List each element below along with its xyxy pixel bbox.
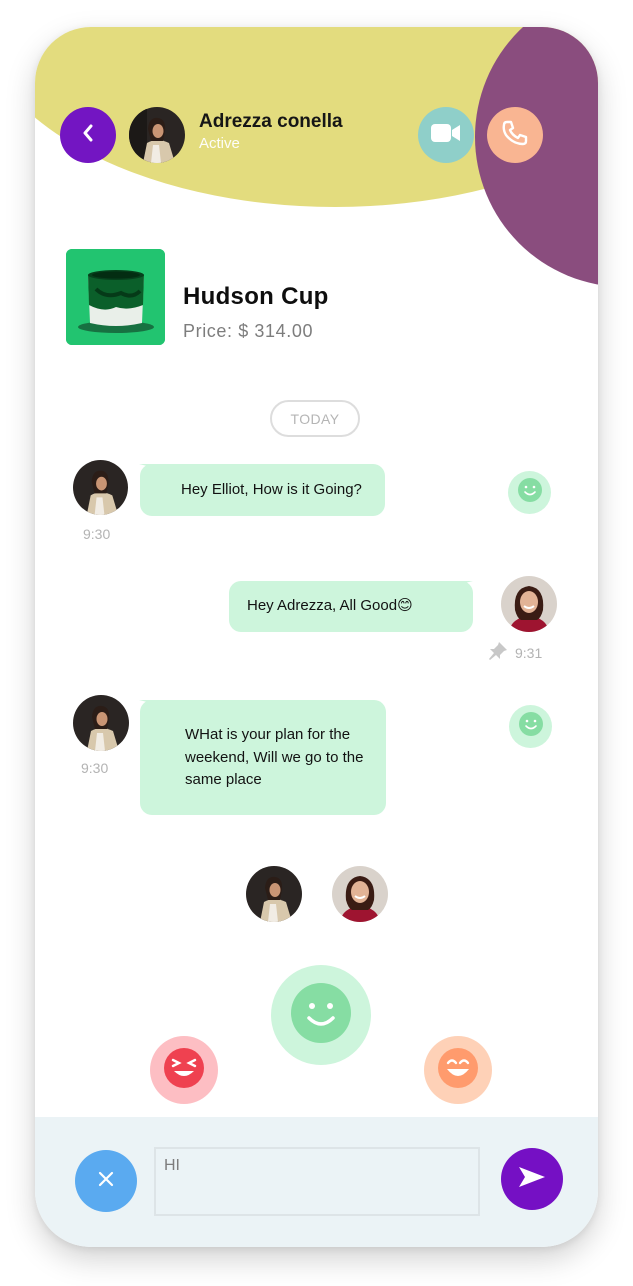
user-avatar[interactable] [501,576,557,632]
message-time: 9:31 [515,645,543,661]
smiley-icon [518,711,544,742]
participant-avatar[interactable] [246,866,302,922]
message-composer: HI [35,1117,598,1247]
message-input[interactable]: HI [154,1147,480,1216]
smiley-icon [290,982,352,1049]
emoji-smile-button[interactable] [271,965,371,1065]
phone-icon [501,119,529,152]
emoji-grin-button[interactable] [424,1036,492,1104]
voice-call-button[interactable] [487,107,543,163]
message-bubble[interactable]: Hey Adrezza, All Good😊 [229,581,473,632]
pin-icon[interactable] [488,641,508,666]
participant-avatar[interactable] [332,866,388,922]
product-price: Price: $ 314.00 [183,321,314,341]
grinning-face-icon [437,1047,479,1094]
message-avatar[interactable] [73,695,129,751]
send-button[interactable] [501,1148,563,1210]
product-image[interactable] [66,249,165,345]
chat-screen: Adrezza conella Active Hudson Cup Price:… [35,27,598,1247]
video-camera-icon [430,122,462,149]
smiley-icon [517,477,543,508]
reaction-button[interactable] [509,705,552,748]
reaction-button[interactable] [508,471,551,514]
contact-name: Adrezza conella [199,111,343,132]
back-button[interactable] [60,107,116,163]
close-button[interactable] [75,1150,137,1212]
message-time: 9:30 [81,760,109,776]
message-time: 9:30 [83,526,111,542]
message-bubble[interactable]: WHat is your plan for the weekend, Will … [140,700,386,815]
chevron-left-icon [81,124,95,147]
contact-avatar[interactable] [129,107,185,163]
message-avatar[interactable] [73,460,128,515]
header-purple-shape [475,27,598,287]
date-separator: TODAY [270,400,360,437]
close-icon [97,1170,115,1193]
contact-status: Active [199,135,240,152]
send-icon [517,1165,547,1194]
squinting-face-icon [163,1047,205,1094]
message-bubble[interactable]: Hey Elliot, How is it Going? [140,464,385,516]
emoji-laugh-button[interactable] [150,1036,218,1104]
product-name: Hudson Cup [183,283,329,310]
video-call-button[interactable] [418,107,474,163]
